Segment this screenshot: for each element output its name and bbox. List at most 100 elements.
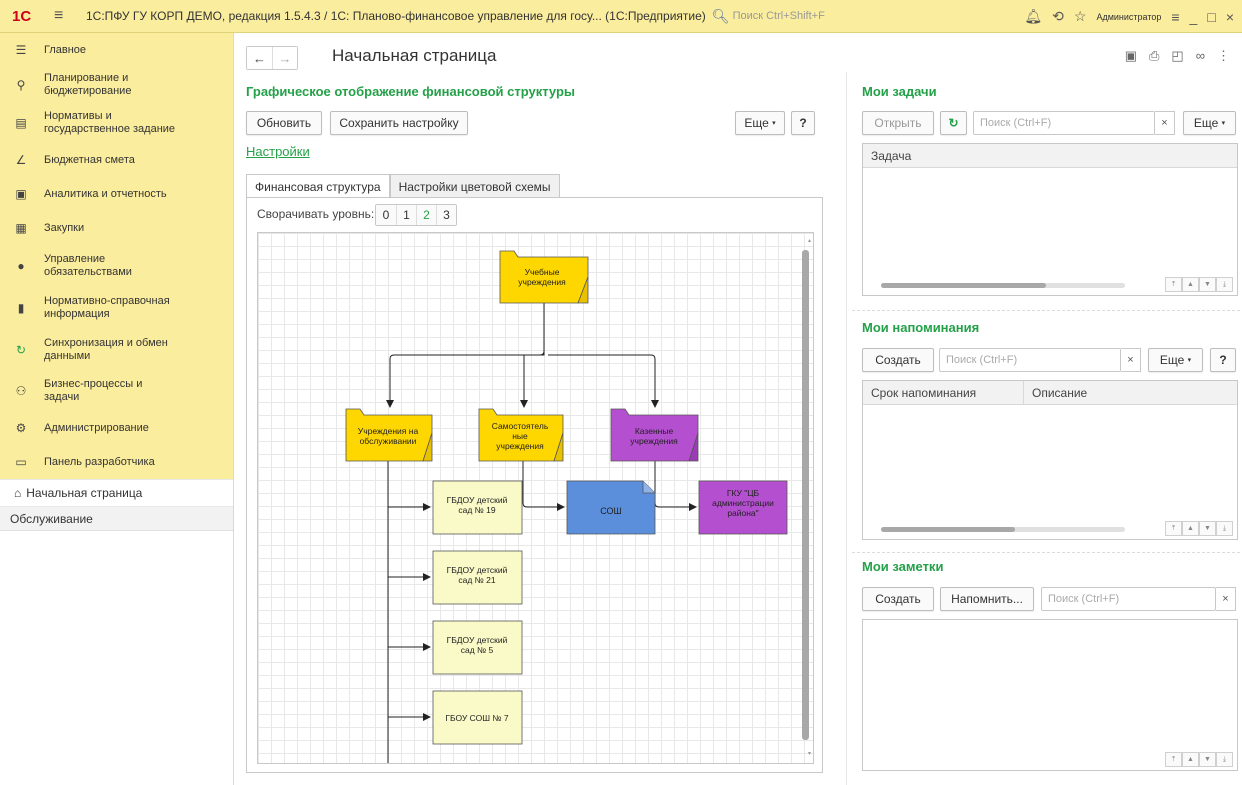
move-top-icon[interactable]: ⤒ xyxy=(1165,521,1182,536)
diagram-node-root[interactable]: Учебные учреждения xyxy=(499,250,589,304)
reminders-column-due[interactable]: Срок напоминания xyxy=(863,381,1024,404)
scroll-down-icon[interactable]: ▾ xyxy=(808,750,811,757)
level-3-button[interactable]: 3 xyxy=(436,205,456,225)
link-icon[interactable]: ∞ xyxy=(1196,48,1205,64)
structure-diagram-canvas[interactable]: Учебные учреждения Учреждения на обслужива… xyxy=(257,232,814,764)
print-icon[interactable]: ⎙ xyxy=(1149,48,1159,64)
notes-create-button[interactable]: Создать xyxy=(862,587,934,611)
sidebar-item-obligations[interactable]: ● Управление обязательствами xyxy=(0,245,233,287)
move-bottom-icon[interactable]: ⤓ xyxy=(1216,277,1233,292)
reminders-search-clear-icon[interactable]: × xyxy=(1121,348,1141,372)
sidebar-item-business[interactable]: ⚇ Бизнес-процессы и задачи xyxy=(0,371,233,411)
diagram-node-n1[interactable]: Учреждения на обслуживании xyxy=(345,408,433,462)
level-0-button[interactable]: 0 xyxy=(376,205,396,225)
notes-remind-button[interactable]: Напомнить... xyxy=(940,587,1034,611)
scroll-up-icon[interactable]: ▴ xyxy=(808,237,811,244)
move-down-icon[interactable]: ▼ xyxy=(1199,521,1216,536)
main-menu-icon[interactable]: ≡ xyxy=(54,7,72,25)
tasks-search-clear-icon[interactable]: × xyxy=(1155,111,1175,135)
move-down-icon[interactable]: ▼ xyxy=(1199,752,1216,767)
tasks-refresh-icon[interactable]: ↻ xyxy=(940,111,967,135)
tab-color-scheme[interactable]: Настройки цветовой схемы xyxy=(389,174,560,198)
settings-menu-icon[interactable]: ≡ xyxy=(1171,9,1179,25)
tab-financial-structure[interactable]: Финансовая структура xyxy=(246,174,390,198)
notes-search-clear-icon[interactable]: × xyxy=(1216,587,1236,611)
move-bottom-icon[interactable]: ⤓ xyxy=(1216,752,1233,767)
notes-search-input[interactable]: Поиск (Ctrl+F) xyxy=(1041,587,1216,611)
app-logo: 1С xyxy=(12,7,32,25)
tasks-search-input[interactable]: Поиск (Ctrl+F) xyxy=(973,111,1155,135)
save-icon[interactable]: ▣ xyxy=(1125,48,1137,64)
sidebar-item-dev-panel[interactable]: ▭ Панель разработчика xyxy=(0,445,233,479)
move-up-icon[interactable]: ▲ xyxy=(1182,277,1199,292)
refresh-button[interactable]: Обновить xyxy=(246,111,322,135)
standards-icon: ▤ xyxy=(15,116,27,130)
history-icon[interactable]: ⟲ xyxy=(1052,8,1064,25)
move-top-icon[interactable]: ⤒ xyxy=(1165,752,1182,767)
diagram-node-n2[interactable]: Самостоятель ные учреждения xyxy=(478,408,564,462)
global-search[interactable]: 🔍︎ Поиск Ctrl+Shift+F xyxy=(712,8,825,25)
move-down-icon[interactable]: ▼ xyxy=(1199,277,1216,292)
obligations-icon: ● xyxy=(17,259,25,273)
more-button[interactable]: Еще ▾ xyxy=(735,111,785,135)
diagram-node-gku[interactable]: ГКУ "ЦБ администрации района" xyxy=(698,480,788,535)
move-up-icon[interactable]: ▲ xyxy=(1182,752,1199,767)
reminders-hscroll-thumb[interactable] xyxy=(881,527,1015,532)
more-vert-icon[interactable]: ⋮ xyxy=(1217,48,1230,64)
sidebar-item-analytics[interactable]: ▣ Аналитика и отчетность xyxy=(0,177,233,211)
diagram-node-n3[interactable]: Казенные учреждения xyxy=(610,408,699,462)
notes-list[interactable]: ⤒ ▲ ▼ ⤓ xyxy=(862,619,1238,771)
sidebar-item-main[interactable]: ☰ Главное xyxy=(0,33,233,67)
user-name[interactable]: Администратор xyxy=(1096,12,1161,22)
help-button[interactable]: ? xyxy=(791,111,815,135)
sidebar-item-admin[interactable]: ⚙ Администрирование xyxy=(0,411,233,445)
diagram-node-label-line: ГБОУ СОШ № 7 xyxy=(445,713,508,723)
diagram-node-l1[interactable]: ГБДОУ детский сад № 19 xyxy=(432,480,523,535)
level-1-button[interactable]: 1 xyxy=(396,205,416,225)
sidebar-item-planning[interactable]: ⚲ Планирование и бюджетирование xyxy=(0,67,233,103)
bell-icon[interactable]: 🔔︎ xyxy=(1024,8,1042,25)
reminders-table[interactable]: Срок напоминания Описание ⤒ ▲ ▼ ⤓ xyxy=(862,380,1238,540)
diagram-node-l3[interactable]: ГБДОУ детский сад № 5 xyxy=(432,620,523,675)
reminders-help-button[interactable]: ? xyxy=(1210,348,1236,372)
save-settings-button[interactable]: Сохранить настройку xyxy=(330,111,468,135)
forward-arrow-icon[interactable]: → xyxy=(272,47,297,69)
diagram-node-label-line: учреждения xyxy=(518,277,566,287)
move-bottom-icon[interactable]: ⤓ xyxy=(1216,521,1233,536)
preview-icon[interactable]: ◰ xyxy=(1171,48,1183,64)
back-arrow-icon[interactable]: ← xyxy=(247,47,272,69)
reminders-column-description[interactable]: Описание xyxy=(1024,381,1087,404)
sidebar-item-label: Бюджетная смета xyxy=(44,153,135,166)
level-2-button[interactable]: 2 xyxy=(416,205,436,225)
star-icon[interactable]: ☆ xyxy=(1074,8,1087,25)
sidebar-item-home[interactable]: ⌂ Начальная страница xyxy=(0,479,233,507)
window-title: 1С:ПФУ ГУ КОРП ДЕМО, редакция 1.5.4.3 / … xyxy=(86,9,706,23)
sidebar-item-standards[interactable]: ▤ Нормативы и государственное задание xyxy=(0,103,233,143)
section-divider xyxy=(852,552,1240,553)
tasks-hscroll-thumb[interactable] xyxy=(881,283,1046,288)
tasks-column-header[interactable]: Задача xyxy=(863,144,911,167)
reminders-more-button[interactable]: Еще ▾ xyxy=(1148,348,1203,372)
users-icon: ⚇ xyxy=(15,384,27,398)
diagram-node-l4[interactable]: ГБОУ СОШ № 7 xyxy=(432,690,523,745)
sidebar-item-sync[interactable]: ↻ Синхронизация и обмен данными xyxy=(0,329,233,371)
tasks-open-button[interactable]: Открыть xyxy=(862,111,934,135)
minimize-icon[interactable]: _ xyxy=(1190,9,1198,25)
diagram-vertical-scrollbar[interactable] xyxy=(802,250,809,740)
sidebar-item-budget[interactable]: ∠ Бюджетная смета xyxy=(0,143,233,177)
sidebar-item-purchases[interactable]: ▦ Закупки xyxy=(0,211,233,245)
maximize-icon[interactable]: □ xyxy=(1207,9,1215,25)
diagram-node-sosh-label: СОШ xyxy=(600,506,622,516)
move-up-icon[interactable]: ▲ xyxy=(1182,521,1199,536)
move-top-icon[interactable]: ⤒ xyxy=(1165,277,1182,292)
sidebar-item-service[interactable]: Обслуживание xyxy=(0,507,233,531)
reminders-create-button[interactable]: Создать xyxy=(862,348,934,372)
tasks-more-button[interactable]: Еще ▾ xyxy=(1183,111,1236,135)
settings-link[interactable]: Настройки xyxy=(246,144,310,159)
reminders-search-input[interactable]: Поиск (Ctrl+F) xyxy=(939,348,1121,372)
diagram-node-sosh[interactable]: СОШ xyxy=(566,480,656,535)
tasks-table[interactable]: Задача ⤒ ▲ ▼ ⤓ xyxy=(862,143,1238,296)
sidebar-item-reference[interactable]: ▮ Нормативно-справочная информация xyxy=(0,287,233,329)
close-icon[interactable]: × xyxy=(1226,9,1234,25)
diagram-node-l2[interactable]: ГБДОУ детский сад № 21 xyxy=(432,550,523,605)
